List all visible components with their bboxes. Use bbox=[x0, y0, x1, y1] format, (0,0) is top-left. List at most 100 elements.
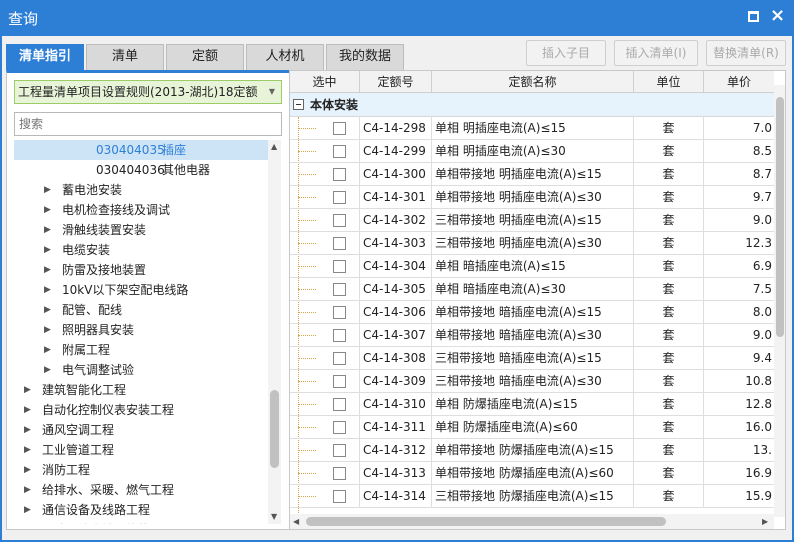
close-icon[interactable]: × bbox=[770, 5, 785, 27]
rule-select[interactable]: 工程量清单项目设置规则(2013-湖北)18定额 ▼ bbox=[14, 80, 282, 104]
tree-node[interactable]: ▶ 消防工程 bbox=[14, 460, 268, 480]
expand-arrow-icon[interactable]: ▶ bbox=[44, 300, 51, 320]
tree-node[interactable]: ▶ 工业管道工程 bbox=[14, 440, 268, 460]
quota-row[interactable]: C4-14-304 单相 暗插座电流(A)≤15 套 6.9 bbox=[290, 255, 774, 278]
quota-row[interactable]: C4-14-308 三相带接地 暗插座电流(A)≤15 套 9.4 bbox=[290, 347, 774, 370]
expand-arrow-icon[interactable]: ▶ bbox=[44, 320, 51, 340]
tree-node[interactable]: ▶ 照明器具安装 bbox=[14, 320, 268, 340]
tree-node[interactable]: ▶ 电气调整试验 bbox=[14, 360, 268, 380]
tree-node[interactable]: ▶ 通信设备及线路工程 bbox=[14, 500, 268, 520]
tree-node[interactable]: 030404036 其他电器 bbox=[14, 160, 268, 180]
quota-row[interactable]: C4-14-303 三相带接地 明插座电流(A)≤30 套 12.3 bbox=[290, 232, 774, 255]
tab-quota[interactable]: 定额 bbox=[166, 44, 244, 70]
expand-arrow-icon[interactable]: ▶ bbox=[24, 520, 31, 524]
tree-node[interactable]: ▶ 自动化控制仪表安装工程 bbox=[14, 400, 268, 420]
grid-hscrollbar[interactable]: ◀ ▶ bbox=[290, 514, 774, 529]
quota-unit: 套 bbox=[634, 370, 704, 393]
collapse-icon[interactable] bbox=[293, 99, 304, 110]
quota-row[interactable]: C4-14-306 单相带接地 暗插座电流(A)≤15 套 8.0 bbox=[290, 301, 774, 324]
replace-list-button[interactable]: 替换清单(R) bbox=[706, 40, 786, 66]
quota-row[interactable]: C4-14-305 单相 暗插座电流(A)≤30 套 7.5 bbox=[290, 278, 774, 301]
expand-arrow-icon[interactable]: ▶ bbox=[24, 400, 31, 420]
scroll-up-icon[interactable]: ▲ bbox=[271, 142, 277, 151]
insert-child-button[interactable]: 插入子目 bbox=[526, 40, 606, 66]
expand-arrow-icon[interactable]: ▶ bbox=[44, 360, 51, 380]
search-input[interactable] bbox=[14, 112, 282, 136]
row-checkbox[interactable] bbox=[333, 145, 346, 158]
scroll-left-icon[interactable]: ◀ bbox=[293, 517, 299, 526]
quota-row[interactable]: C4-14-302 三相带接地 明插座电流(A)≤15 套 9.0 bbox=[290, 209, 774, 232]
tree-node[interactable]: ▶ 电缆安装 bbox=[14, 240, 268, 260]
row-checkbox[interactable] bbox=[333, 375, 346, 388]
expand-arrow-icon[interactable]: ▶ bbox=[44, 240, 51, 260]
expand-arrow-icon[interactable]: ▶ bbox=[44, 220, 51, 240]
tab-list[interactable]: 清单 bbox=[86, 44, 164, 70]
grid-hscroll-thumb[interactable] bbox=[306, 517, 666, 526]
group-row[interactable]: 本体安装 bbox=[290, 93, 774, 117]
quota-row[interactable]: C4-14-299 单相 明插座电流(A)≤30 套 8.5 bbox=[290, 140, 774, 163]
row-checkbox[interactable] bbox=[333, 214, 346, 227]
quota-row[interactable]: C4-14-313 单相带接地 防爆插座电流(A)≤60 套 16.9 bbox=[290, 462, 774, 485]
expand-arrow-icon[interactable]: ▶ bbox=[44, 280, 51, 300]
expand-arrow-icon[interactable]: ▶ bbox=[24, 440, 31, 460]
group-label: 本体安装 bbox=[310, 98, 359, 112]
expand-arrow-icon[interactable]: ▶ bbox=[44, 180, 51, 200]
quota-row[interactable]: C4-14-300 单相带接地 明插座电流(A)≤15 套 8.7 bbox=[290, 163, 774, 186]
tree-node[interactable]: ▶ 防雷及接地装置 bbox=[14, 260, 268, 280]
tab-my-data[interactable]: 我的数据 bbox=[326, 44, 404, 70]
expand-arrow-icon[interactable]: ▶ bbox=[44, 260, 51, 280]
quota-row[interactable]: C4-14-309 三相带接地 暗插座电流(A)≤30 套 10.8 bbox=[290, 370, 774, 393]
tab-labor-material[interactable]: 人材机 bbox=[246, 44, 324, 70]
tab-list-guide[interactable]: 清单指引 bbox=[6, 44, 84, 70]
maximize-icon[interactable] bbox=[748, 11, 759, 22]
row-checkbox[interactable] bbox=[333, 398, 346, 411]
tree-node[interactable]: ▶ 蓄电池安装 bbox=[14, 180, 268, 200]
tree-scrollbar[interactable]: ▲ ▼ bbox=[268, 140, 281, 524]
scroll-down-icon[interactable]: ▼ bbox=[271, 512, 277, 521]
tree-node[interactable]: ▶ 滑触线装置安装 bbox=[14, 220, 268, 240]
tree-node[interactable]: ▶ 给排水、采暖、燃气工程 bbox=[14, 480, 268, 500]
quota-row[interactable]: C4-14-312 单相带接地 防爆插座电流(A)≤15 套 13. bbox=[290, 439, 774, 462]
quota-row[interactable]: C4-14-307 单相带接地 暗插座电流(A)≤30 套 9.0 bbox=[290, 324, 774, 347]
row-checkbox[interactable] bbox=[333, 467, 346, 480]
quota-row[interactable]: C4-14-311 单相 防爆插座电流(A)≤60 套 16.0 bbox=[290, 416, 774, 439]
row-checkbox[interactable] bbox=[333, 352, 346, 365]
row-checkbox[interactable] bbox=[333, 168, 346, 181]
tree-node[interactable]: ▶ 电机检查接线及调试 bbox=[14, 200, 268, 220]
grid-vscroll-thumb[interactable] bbox=[776, 97, 784, 337]
row-checkbox[interactable] bbox=[333, 191, 346, 204]
expand-arrow-icon[interactable]: ▶ bbox=[44, 340, 51, 360]
tree-node[interactable]: ▶ 配管、配线 bbox=[14, 300, 268, 320]
quota-row[interactable]: C4-14-298 单相 明插座电流(A)≤15 套 7.0 bbox=[290, 117, 774, 140]
row-checkbox[interactable] bbox=[333, 329, 346, 342]
tree-node[interactable]: ▶ 刷油、防腐蚀、绝热工程 bbox=[14, 520, 268, 524]
quota-unit: 套 bbox=[634, 186, 704, 209]
quota-row[interactable]: C4-14-301 单相带接地 明插座电流(A)≤30 套 9.7 bbox=[290, 186, 774, 209]
expand-arrow-icon[interactable]: ▶ bbox=[44, 200, 51, 220]
row-checkbox[interactable] bbox=[333, 283, 346, 296]
quota-row[interactable]: C4-14-310 单相 防爆插座电流(A)≤15 套 12.8 bbox=[290, 393, 774, 416]
row-checkbox[interactable] bbox=[333, 122, 346, 135]
row-checkbox[interactable] bbox=[333, 306, 346, 319]
row-checkbox[interactable] bbox=[333, 237, 346, 250]
scroll-right-icon[interactable]: ▶ bbox=[762, 517, 768, 526]
expand-arrow-icon[interactable]: ▶ bbox=[24, 460, 31, 480]
row-checkbox[interactable] bbox=[333, 260, 346, 273]
tree-node[interactable]: ▶ 通风空调工程 bbox=[14, 420, 268, 440]
tree-node[interactable]: ▶ 附属工程 bbox=[14, 340, 268, 360]
row-checkbox[interactable] bbox=[333, 421, 346, 434]
tree-scroll-thumb[interactable] bbox=[270, 390, 279, 468]
expand-arrow-icon[interactable]: ▶ bbox=[24, 480, 31, 500]
row-checkbox[interactable] bbox=[333, 444, 346, 457]
tree-node[interactable]: ▶ 建筑智能化工程 bbox=[14, 380, 268, 400]
expand-arrow-icon[interactable]: ▶ bbox=[24, 420, 31, 440]
expand-arrow-icon[interactable]: ▶ bbox=[24, 500, 31, 520]
tree-node[interactable]: 030404035 插座 bbox=[14, 140, 268, 160]
grid-vscrollbar[interactable] bbox=[774, 85, 785, 517]
quota-row[interactable]: C4-14-314 三相带接地 防爆插座电流(A)≤15 套 15.9 bbox=[290, 485, 774, 508]
row-checkbox[interactable] bbox=[333, 490, 346, 503]
chevron-down-icon[interactable]: ▼ bbox=[269, 81, 275, 103]
insert-list-button[interactable]: 插入清单(I) bbox=[614, 40, 698, 66]
tree-node[interactable]: ▶ 10kV以下架空配电线路 bbox=[14, 280, 268, 300]
expand-arrow-icon[interactable]: ▶ bbox=[24, 380, 31, 400]
